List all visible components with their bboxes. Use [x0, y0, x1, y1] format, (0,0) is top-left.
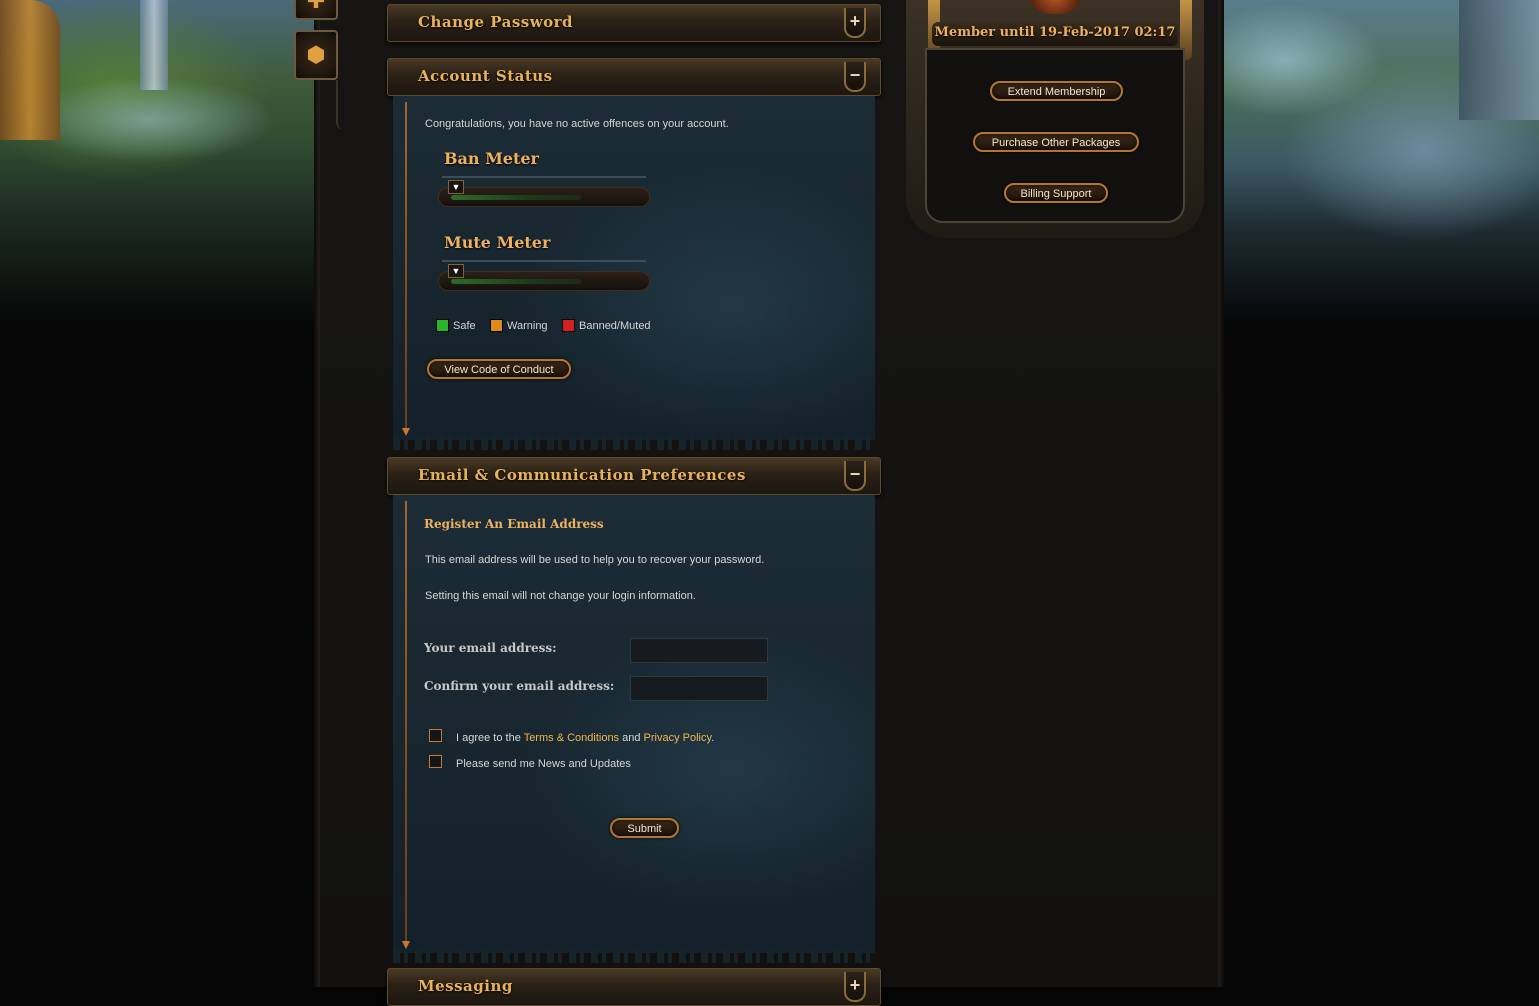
legend-label: Safe — [453, 319, 476, 332]
email-field[interactable] — [630, 638, 768, 663]
shield-badge-icon[interactable]: ⬢ — [294, 30, 338, 80]
purchase-other-packages-button[interactable]: Purchase Other Packages — [973, 132, 1139, 152]
mute-meter-fill — [451, 279, 581, 284]
email-label: Your email address: — [424, 641, 557, 655]
status-message: Congratulations, you have no active offe… — [425, 118, 729, 130]
agree-prefix: I agree to the — [456, 732, 524, 744]
agree-terms-label: I agree to the Terms & Conditions and Pr… — [456, 732, 714, 744]
agree-suffix: . — [711, 732, 715, 744]
background-scenery-left — [0, 0, 314, 330]
meter-line — [442, 176, 646, 178]
golden-dome-art — [0, 0, 60, 140]
legend-label: Banned/Muted — [579, 319, 651, 332]
castle-art — [1459, 0, 1539, 120]
legend-label: Warning — [507, 319, 548, 332]
section-header-messaging[interactable]: Messaging + — [387, 968, 881, 1006]
agree-and: and — [619, 732, 644, 744]
section-title: Account Status — [418, 67, 553, 85]
billing-support-button[interactable]: Billing Support — [1004, 183, 1108, 203]
news-updates-checkbox[interactable] — [429, 755, 442, 768]
collapse-icon[interactable]: − — [844, 461, 866, 491]
decorative-rail — [402, 102, 410, 436]
background-scenery-right — [1224, 0, 1539, 330]
tower-art — [140, 0, 168, 90]
decorative-rail — [402, 501, 410, 949]
email-heading: Register An Email Address — [424, 517, 604, 531]
ban-meter — [438, 187, 650, 207]
add-friend-icon[interactable]: ✚ — [294, 0, 338, 20]
decorative-vine — [336, 80, 346, 130]
legend-banned: Banned/Muted — [562, 319, 651, 332]
legend-warning: Warning — [490, 319, 548, 332]
section-header-account-status[interactable]: Account Status − — [387, 58, 881, 96]
view-code-of-conduct-button[interactable]: View Code of Conduct — [427, 359, 571, 379]
collapse-icon[interactable]: − — [844, 62, 866, 92]
torn-edge — [393, 436, 875, 450]
safe-swatch-icon — [436, 319, 449, 332]
membership-title: Member until 19-Feb-2017 02:17 — [932, 22, 1178, 46]
banned-swatch-icon — [562, 319, 575, 332]
terms-link[interactable]: Terms & Conditions — [524, 732, 619, 744]
ban-meter-marker-icon: ▼ — [448, 180, 464, 194]
email-info-login: Setting this email will not change your … — [425, 590, 696, 602]
submit-button[interactable]: Submit — [610, 818, 679, 838]
section-header-change-password[interactable]: Change Password + — [387, 4, 881, 42]
confirm-email-label: Confirm your email address: — [424, 679, 615, 693]
extend-membership-button[interactable]: Extend Membership — [990, 81, 1123, 101]
section-title: Messaging — [418, 977, 513, 995]
warning-swatch-icon — [490, 319, 503, 332]
mute-meter-marker-icon: ▼ — [448, 264, 464, 278]
section-title: Email & Communication Preferences — [418, 466, 746, 484]
section-header-email-preferences[interactable]: Email & Communication Preferences − — [387, 457, 881, 495]
confirm-email-field[interactable] — [630, 676, 768, 701]
email-info-recover: This email address will be used to help … — [425, 554, 765, 566]
expand-icon[interactable]: + — [844, 8, 866, 38]
meter-line — [442, 260, 646, 262]
news-updates-label: Please send me News and Updates — [456, 758, 631, 770]
ban-meter-fill — [451, 195, 581, 200]
expand-icon[interactable]: + — [844, 972, 866, 1002]
privacy-policy-link[interactable]: Privacy Policy — [644, 732, 712, 744]
ban-meter-title: Ban Meter — [444, 149, 539, 168]
legend-safe: Safe — [436, 319, 476, 332]
section-title: Change Password — [418, 13, 574, 31]
mute-meter-title: Mute Meter — [444, 233, 551, 252]
agree-terms-checkbox[interactable] — [429, 729, 442, 742]
torn-edge — [393, 949, 875, 963]
account-status-panel — [393, 96, 875, 450]
mute-meter — [438, 271, 650, 291]
